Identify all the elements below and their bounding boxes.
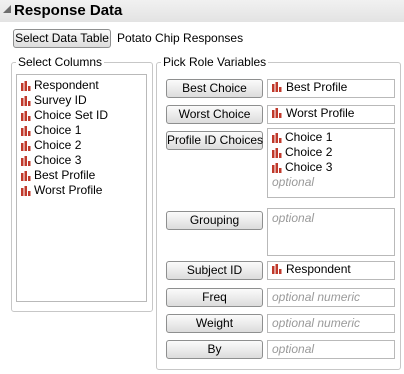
column-list-item[interactable]: Survey ID (17, 93, 146, 108)
worst-choice-button[interactable]: Worst Choice (166, 105, 263, 124)
continuous-column-icon (21, 186, 31, 196)
freq-placeholder: optional numeric (272, 290, 361, 304)
continuous-column-icon (21, 156, 31, 166)
profile-id-choice-item[interactable]: Choice 2 (268, 145, 394, 160)
column-list-item[interactable]: Choice 2 (17, 138, 146, 153)
continuous-column-icon (21, 111, 31, 121)
disclosure-triangle-icon[interactable] (3, 5, 11, 13)
continuous-column-icon (21, 126, 31, 136)
best-choice-button[interactable]: Best Choice (166, 79, 263, 98)
continuous-column-icon (272, 82, 282, 92)
select-data-table-button[interactable]: Select Data Table (13, 29, 111, 48)
column-name: Choice 1 (34, 123, 82, 137)
continuous-column-icon (272, 133, 282, 143)
pick-roles-legend: Pick Role Variables (161, 55, 269, 69)
weight-button[interactable]: Weight (166, 314, 263, 333)
column-list-item[interactable]: Choice 3 (17, 153, 146, 168)
grouping-button[interactable]: Grouping (166, 211, 263, 230)
data-table-name: Potato Chip Responses (117, 31, 244, 45)
select-columns-legend: Select Columns (16, 55, 105, 69)
continuous-column-icon (21, 81, 31, 91)
profile-id-choice-item[interactable]: Choice 3 (268, 160, 394, 175)
freq-button[interactable]: Freq (166, 288, 263, 307)
by-placeholder: optional (272, 342, 315, 356)
freq-field[interactable]: optional numeric (267, 288, 395, 307)
continuous-column-icon (21, 171, 31, 181)
subject-id-value: Respondent (286, 262, 351, 276)
continuous-column-icon (272, 108, 282, 118)
column-name: Best Profile (34, 168, 96, 182)
column-list-item[interactable]: Choice 1 (17, 123, 146, 138)
grouping-placeholder: optional (272, 211, 315, 225)
worst-choice-value: Worst Profile (286, 106, 355, 120)
continuous-column-icon (272, 148, 282, 158)
column-name: Survey ID (34, 93, 87, 107)
column-list-item[interactable]: Choice Set ID (17, 108, 146, 123)
profile-id-choice-name: Choice 1 (285, 130, 333, 144)
profile-id-choice-name: Choice 3 (285, 160, 333, 174)
continuous-column-icon (272, 264, 282, 274)
subject-id-field[interactable]: Respondent (267, 261, 395, 280)
profile-id-choices-button[interactable]: Profile ID Choices (166, 131, 263, 150)
column-name: Worst Profile (34, 183, 103, 197)
column-name: Choice 3 (34, 153, 82, 167)
column-list-item[interactable]: Worst Profile (17, 183, 146, 198)
profile-id-choices-placeholder: optional (272, 175, 315, 189)
best-choice-field[interactable]: Best Profile (267, 79, 395, 98)
best-choice-value: Best Profile (286, 80, 348, 94)
continuous-column-icon (272, 163, 282, 173)
column-name: Respondent (34, 78, 99, 92)
column-list[interactable]: Respondent Survey ID Choice Set ID Choice 1… (16, 74, 147, 302)
weight-field[interactable]: optional numeric (267, 314, 395, 333)
weight-placeholder: optional numeric (272, 316, 361, 330)
column-list-item[interactable]: Best Profile (17, 168, 146, 183)
by-field[interactable]: optional (267, 340, 395, 359)
column-name: Choice 2 (34, 138, 82, 152)
continuous-column-icon (21, 96, 31, 106)
grouping-field[interactable]: optional (267, 208, 395, 256)
by-button[interactable]: By (166, 340, 263, 359)
worst-choice-field[interactable]: Worst Profile (267, 105, 395, 124)
profile-id-choice-name: Choice 2 (285, 145, 333, 159)
column-name: Choice Set ID (34, 108, 109, 122)
subject-id-button[interactable]: Subject ID (166, 261, 263, 280)
continuous-column-icon (21, 141, 31, 151)
panel-title: Response Data (14, 2, 123, 19)
profile-id-choice-item[interactable]: Choice 1 (268, 130, 394, 145)
column-list-item[interactable]: Respondent (17, 78, 146, 93)
profile-id-choices-field[interactable]: Choice 1 Choice 2 Choice 3 optional (267, 128, 395, 198)
